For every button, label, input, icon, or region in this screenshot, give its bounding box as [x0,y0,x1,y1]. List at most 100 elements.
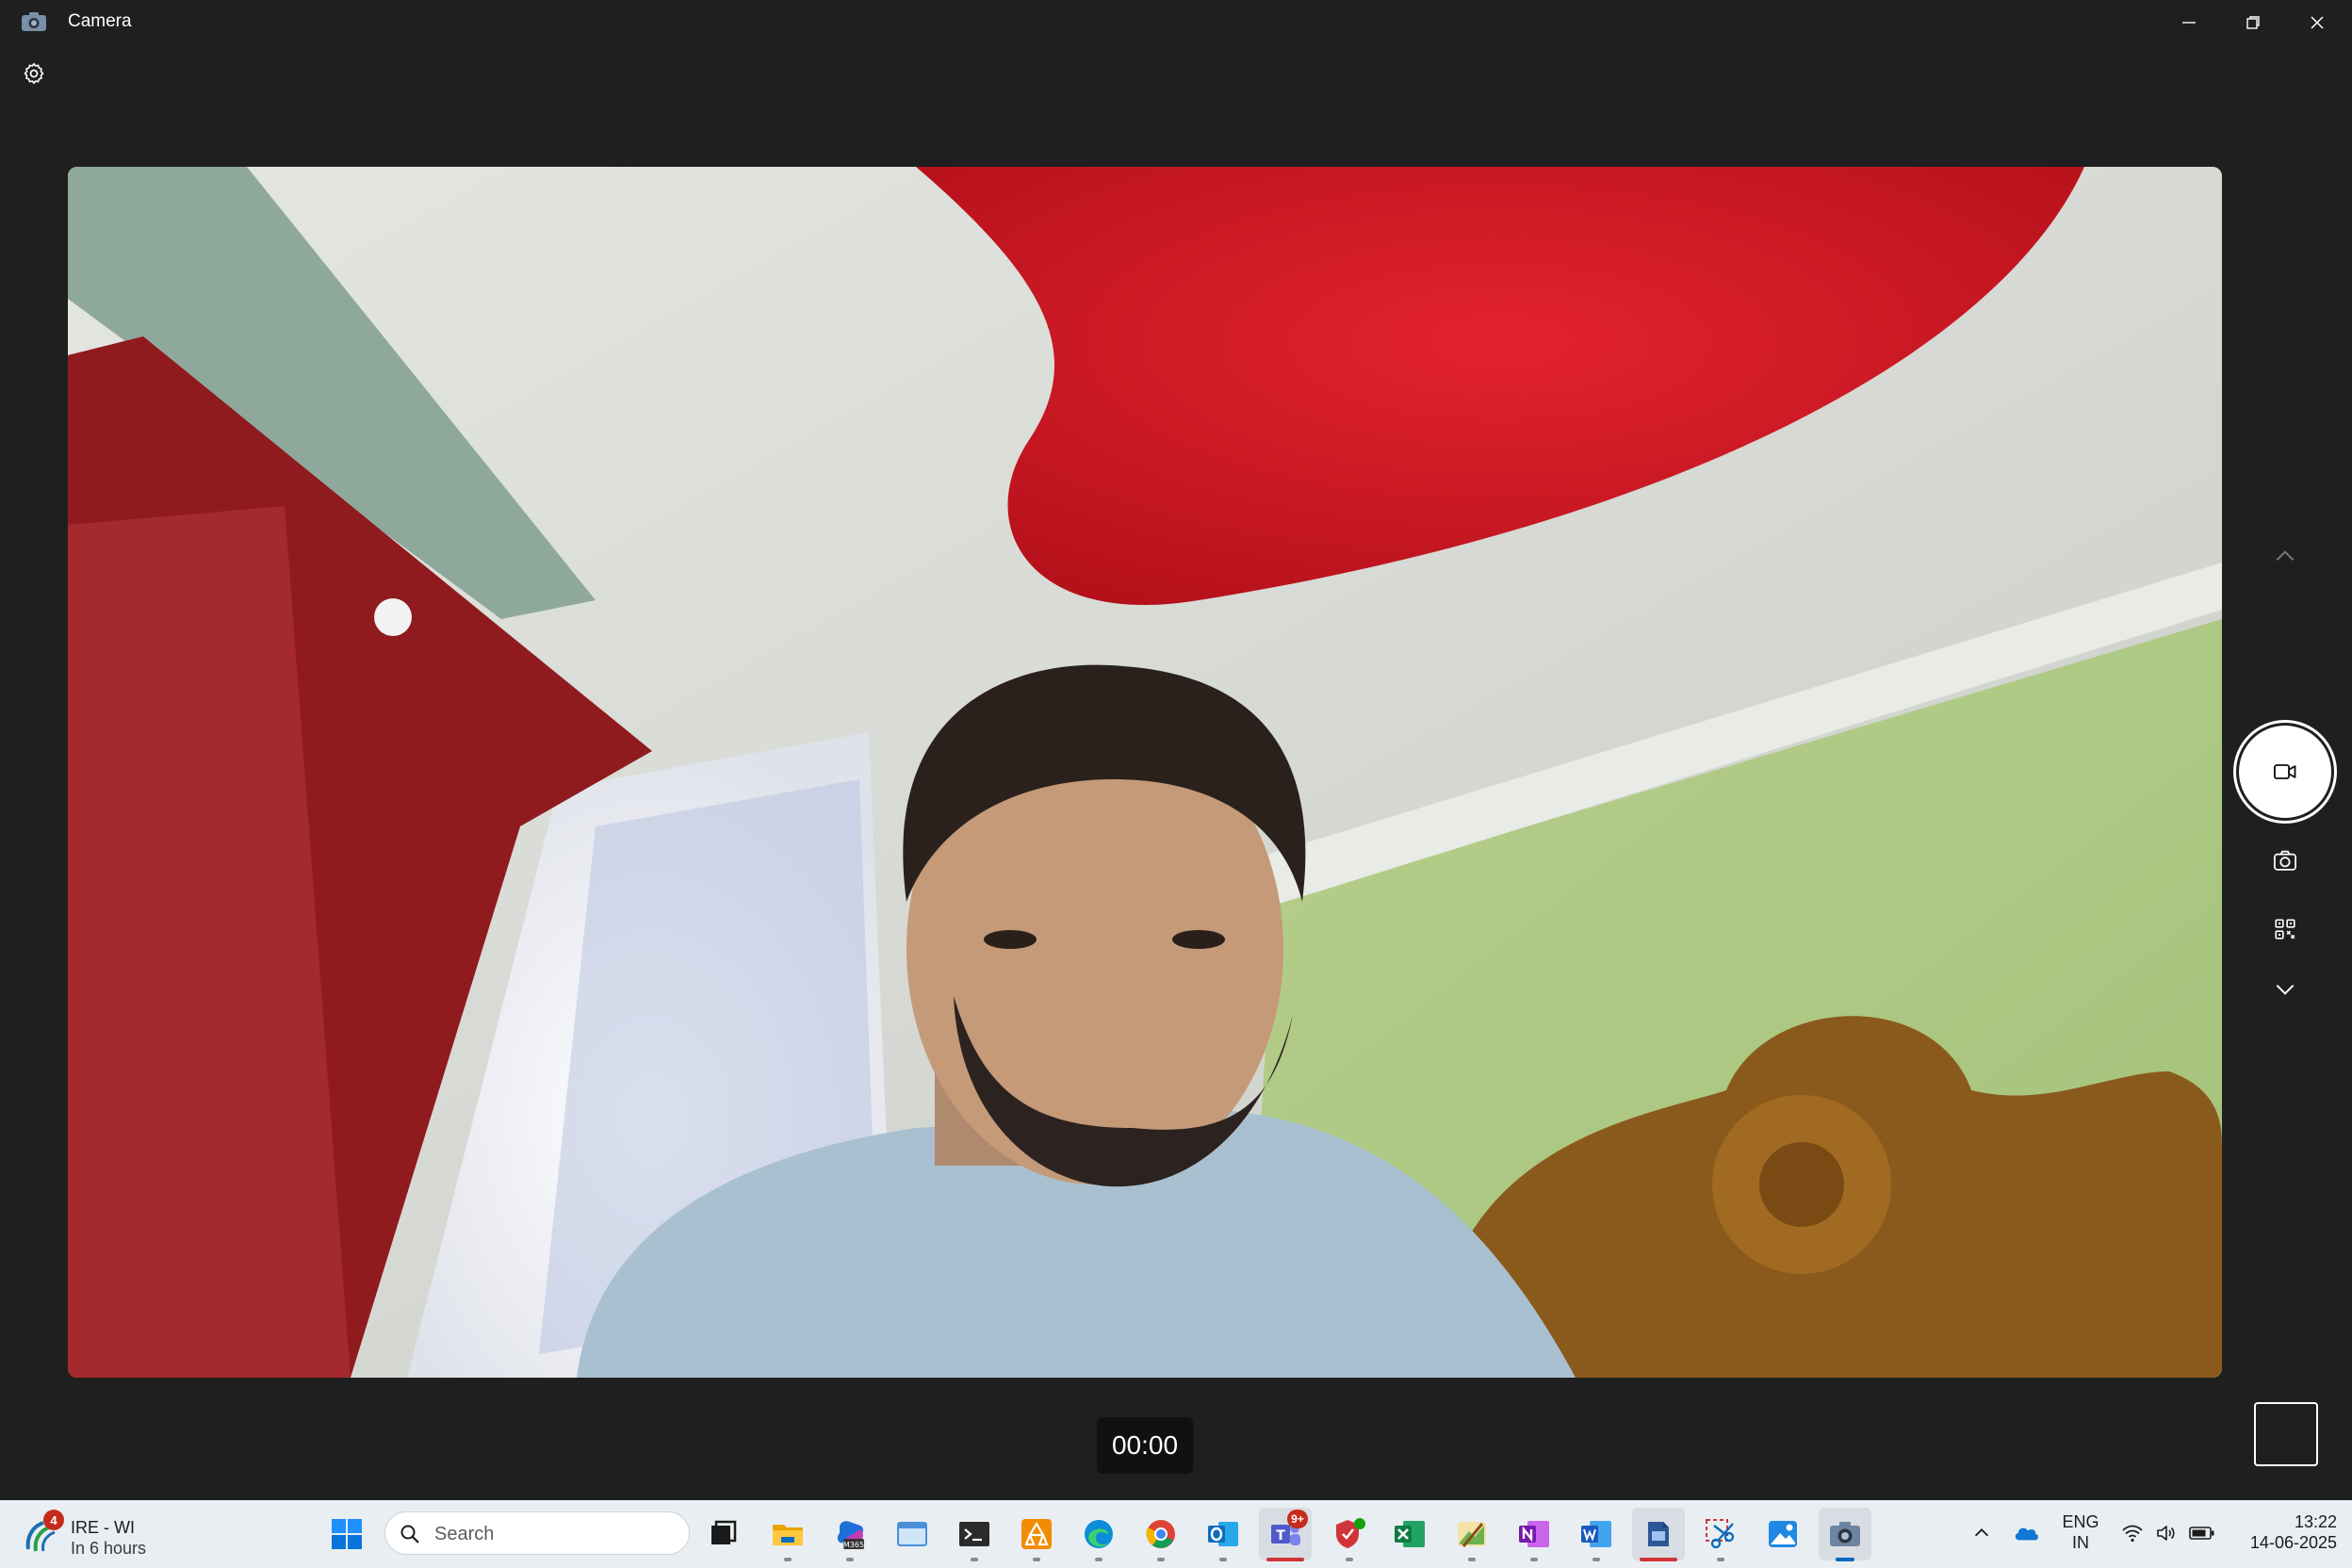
svg-text:T: T [1276,1528,1285,1544]
recording-timer: 00:00 [1097,1417,1193,1474]
input-language[interactable]: ENG IN [2056,1511,2105,1553]
taskbar-word[interactable] [1570,1508,1623,1561]
excel-icon [1395,1521,1425,1547]
task-view-icon [711,1520,737,1544]
folder-icon [773,1525,803,1545]
taskbar-excel[interactable] [1383,1508,1436,1560]
running-indicator [1717,1558,1724,1561]
last-capture-thumbnail[interactable] [2254,1402,2318,1466]
onedrive-button[interactable] [2009,1517,2043,1549]
taskbar-orange-app[interactable] [1010,1508,1063,1561]
edge-icon [1085,1520,1113,1548]
print-icon [1648,1522,1669,1546]
chevron-up-icon [1974,1528,1989,1537]
running-indicator [1468,1558,1476,1561]
outlook-icon [1208,1522,1238,1546]
taskbar-microsoft-365[interactable]: M365 [824,1508,876,1561]
m365-copilot-icon: M365 [837,1521,864,1549]
chrome-icon [1146,1520,1175,1548]
running-indicator [846,1558,854,1561]
camera-icon [21,11,47,32]
show-hidden-icons-button[interactable] [1968,1519,1996,1547]
windows-logo-icon [332,1519,362,1549]
photos-icon [1769,1521,1797,1547]
taskbar-teams[interactable]: T 9+ [1259,1508,1312,1561]
running-indicator [1157,1558,1165,1561]
minimize-button[interactable] [2158,0,2220,45]
taskbar-security[interactable] [1323,1508,1376,1561]
camera-icon [1830,1522,1860,1546]
chevron-down-icon [2276,984,2295,995]
scroll-up-button[interactable] [2266,537,2304,575]
word-icon [1581,1521,1611,1547]
close-icon [2311,16,2324,29]
photo-mode-button[interactable] [2266,841,2304,879]
start-button[interactable] [320,1508,373,1560]
taskbar-window-app[interactable] [886,1508,939,1560]
svg-text:M365: M365 [843,1541,864,1549]
taskbar-onenote[interactable] [1508,1508,1560,1561]
running-indicator [971,1558,978,1561]
widget-subtitle: In 6 hours [71,1539,147,1558]
window-icon [897,1522,927,1546]
taskbar-paint[interactable] [1446,1508,1498,1561]
clock-button[interactable]: 13:22 14-06-2025 [2224,1511,2337,1553]
clock-time: 13:22 [2294,1512,2337,1531]
taskbar: 4 IRE - WI In 6 hours Search M365 T 9+ E… [0,1500,2352,1568]
taskbar-edge[interactable] [1072,1508,1125,1561]
taskbar-snipping-tool[interactable] [1694,1508,1747,1561]
onenote-icon [1519,1521,1549,1547]
cloud-icon [2015,1527,2038,1541]
camera-preview[interactable] [68,167,2222,1378]
gear-icon [24,62,44,85]
minimize-icon [2182,22,2196,24]
notification-badge: 4 [43,1510,64,1530]
language-code: ENG [2062,1512,2099,1531]
wifi-button[interactable] [2118,1519,2147,1547]
scissors-icon [1706,1519,1735,1549]
speaker-icon [2157,1526,2175,1541]
running-indicator [1592,1558,1600,1561]
running-indicator [1346,1558,1353,1561]
qr-code-icon [2275,919,2295,939]
battery-icon [2189,1527,2214,1540]
taskbar-photos[interactable] [1756,1508,1809,1560]
taskbar-camera[interactable] [1819,1508,1871,1561]
window-title: Camera [68,11,132,31]
settings-button[interactable] [17,57,51,90]
barcode-mode-button[interactable] [2266,910,2304,948]
record-video-button[interactable] [2239,726,2331,818]
taskbar-print-app[interactable] [1632,1508,1685,1561]
task-view-button[interactable] [697,1508,750,1560]
camera-feed-image [68,167,2222,1378]
chevron-up-icon [2276,550,2295,562]
battery-button[interactable] [2186,1519,2218,1547]
terminal-icon [959,1522,989,1546]
taskbar-search[interactable]: Search [384,1511,690,1555]
running-indicator [784,1558,792,1561]
network-app-icon [1021,1519,1052,1549]
volume-button[interactable] [2152,1519,2180,1547]
taskbar-outlook[interactable] [1197,1508,1250,1561]
photo-camera-icon [2274,850,2296,871]
maximize-icon [2246,16,2260,29]
region-code: IN [2072,1533,2089,1552]
paint-icon [1458,1522,1486,1547]
close-button[interactable] [2286,0,2348,45]
widget-title: IRE - WI [71,1518,135,1537]
weather-widget[interactable]: 4 IRE - WI In 6 hours [21,1510,181,1559]
taskbar-chrome[interactable] [1135,1508,1187,1561]
clock-date: 14-06-2025 [2249,1533,2337,1552]
shield-icon [1336,1518,1365,1548]
taskbar-file-explorer[interactable] [761,1508,814,1561]
scroll-down-button[interactable] [2266,971,2304,1008]
search-icon [400,1525,419,1544]
maximize-button[interactable] [2222,0,2284,45]
teams-badge: 9+ [1287,1510,1308,1528]
taskbar-terminal[interactable] [948,1508,1001,1561]
attention-indicator [1640,1558,1677,1561]
running-indicator [1033,1558,1040,1561]
search-placeholder: Search [434,1524,495,1544]
attention-indicator [1266,1558,1304,1561]
running-indicator [1219,1558,1227,1561]
